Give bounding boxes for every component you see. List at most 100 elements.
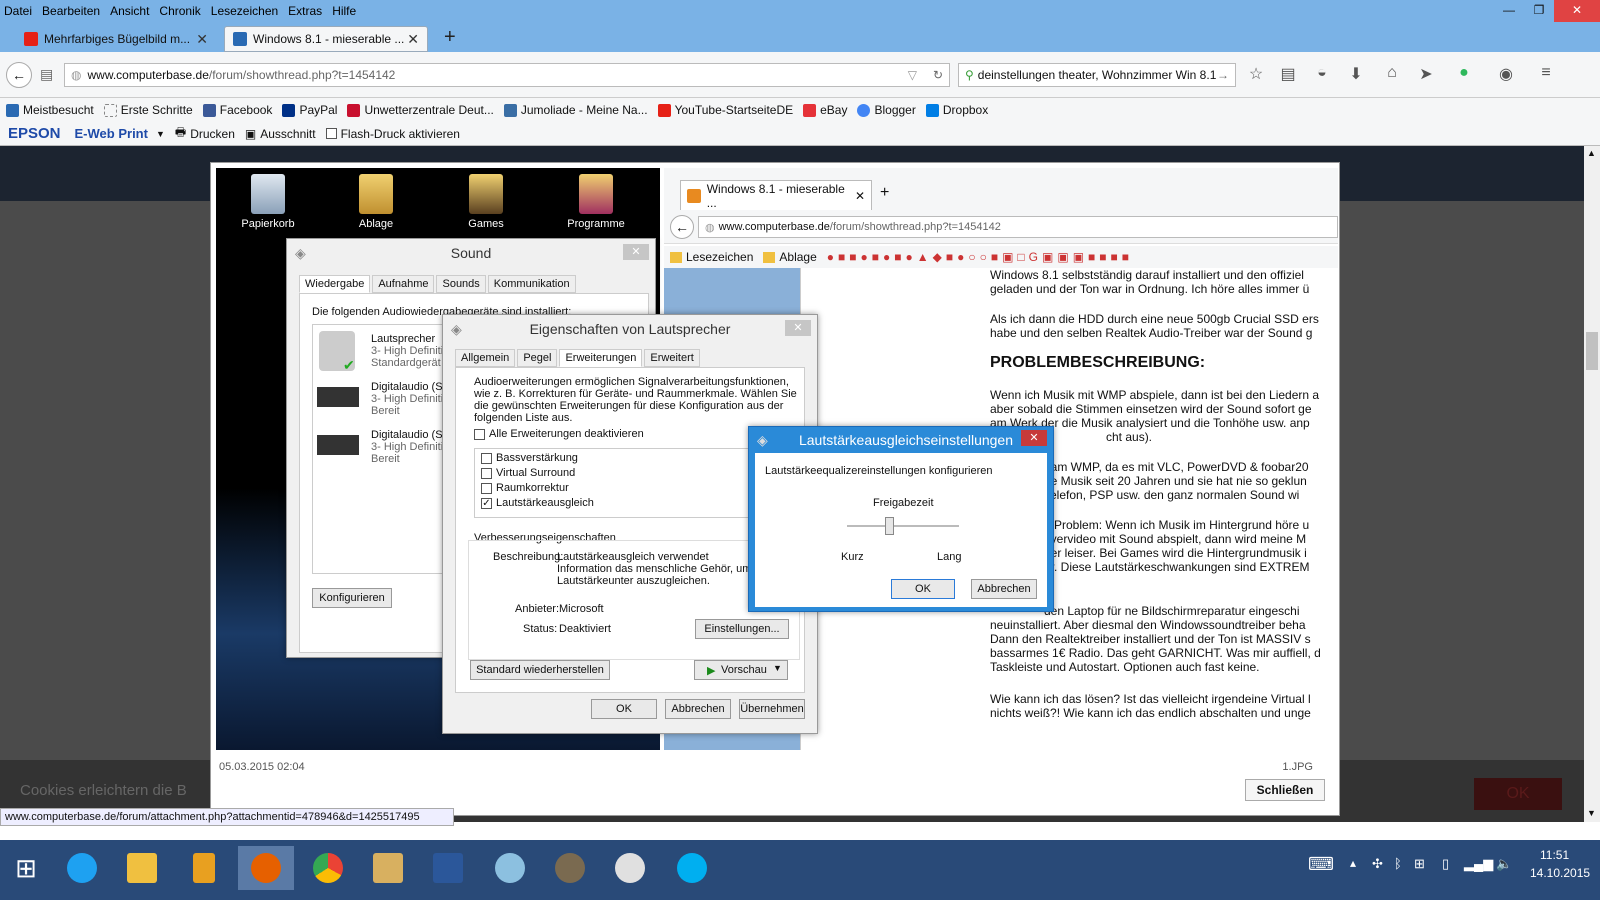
tab-erweitert[interactable]: Erweitert (644, 349, 700, 367)
print-button[interactable]: Drucken (190, 127, 235, 141)
eweb-print-button[interactable]: E-Web Print (75, 126, 148, 141)
attachment-screenshot[interactable]: Papierkorb Ablage Games Programme Window… (216, 168, 1338, 750)
tab-sounds[interactable]: Sounds (436, 275, 486, 293)
tray-expand-icon[interactable]: ▴ (1350, 856, 1356, 870)
chevron-down-icon[interactable]: ▼ (773, 663, 782, 673)
tab-buegelbild[interactable]: Mehrfarbiges Bügelbild m... ✕ (16, 26, 216, 52)
bookmark-unwetterzentrale[interactable]: Unwetterzentrale Deut... (347, 103, 494, 117)
menu-extras[interactable]: Extras (288, 4, 322, 18)
battery-icon[interactable]: ▯ (1442, 856, 1449, 872)
taskbar-firefox[interactable] (238, 846, 294, 890)
volume-icon[interactable]: 🔈 (1496, 856, 1512, 872)
checkbox[interactable] (481, 452, 492, 464)
reload-icon[interactable]: ↻ (933, 68, 943, 82)
start-button[interactable]: ⊞ (2, 846, 50, 890)
dropdown-icon[interactable]: ▽ (908, 68, 917, 82)
chat-icon[interactable]: ◉ (1496, 64, 1516, 84)
menu-chronik[interactable]: Chronik (159, 4, 200, 18)
configure-button[interactable]: Konfigurieren (312, 588, 392, 608)
taskbar-internet-explorer[interactable] (58, 846, 106, 890)
checkbox[interactable] (481, 467, 492, 479)
tab-windows-81[interactable]: Windows 8.1 - mieserable ... ✕ (224, 26, 428, 52)
keyboard-icon[interactable]: ⌨ (1308, 854, 1334, 875)
bookmark-ablage[interactable]: Ablage (779, 250, 816, 264)
taskbar-file-explorer[interactable] (118, 846, 166, 890)
tab-kommunikation[interactable]: Kommunikation (487, 275, 576, 293)
bookmark-blogger[interactable]: Blogger (857, 103, 916, 117)
tab-pegel[interactable]: Pegel (517, 349, 558, 367)
release-time-slider-track[interactable] (847, 525, 959, 527)
addon-icon[interactable]: ● (1454, 64, 1474, 82)
search-input[interactable]: ⚲ deinstellungen theater, Wohnzimmer Win… (958, 63, 1236, 87)
scroll-down-icon[interactable]: ▼ (1587, 808, 1596, 818)
bluetooth-icon[interactable]: ᛒ (1394, 856, 1402, 871)
bookmark-star-icon[interactable]: ☆ (1246, 64, 1266, 84)
lightbox-close-button[interactable]: Schließen (1245, 779, 1325, 801)
tab-erweiterungen[interactable]: Erweiterungen (559, 349, 643, 367)
bookmark-facebook[interactable]: Facebook (202, 103, 272, 117)
clock-date[interactable]: 14.10.2015 (1530, 866, 1590, 880)
taskbar-paint[interactable] (486, 846, 534, 890)
reading-list-icon[interactable]: ▤ (1278, 64, 1298, 84)
taskbar-folder[interactable] (364, 846, 412, 890)
clock-time[interactable]: 11:51 (1540, 848, 1569, 862)
maximize-button[interactable]: ❐ (1524, 0, 1554, 22)
bookmark-dropbox[interactable]: Dropbox (925, 103, 988, 117)
send-icon[interactable]: ➤ (1416, 64, 1436, 84)
taskbar-word[interactable] (424, 846, 472, 890)
close-tab-icon[interactable]: ✕ (196, 31, 208, 48)
cookie-ok-button[interactable]: OK (1474, 778, 1562, 810)
menu-ansicht[interactable]: Ansicht (110, 4, 149, 18)
bookmark-erste-schritte[interactable]: Erste Schritte (103, 103, 193, 117)
close-tab-icon[interactable]: ✕ (855, 189, 865, 203)
preview-button[interactable]: ▶ Vorschau ▼ (694, 660, 788, 680)
chevron-down-icon[interactable]: ▼ (156, 129, 165, 139)
checkbox[interactable] (481, 482, 492, 494)
page-info-icon[interactable]: ▤ (40, 66, 53, 83)
bookmark-meistbesucht[interactable]: Meistbesucht (6, 103, 94, 117)
page-scrollbar[interactable]: ▲ ▼ (1584, 146, 1600, 822)
tray-app-icon[interactable]: ✣ (1372, 856, 1383, 872)
inner-tab[interactable]: Windows 8.1 - mieserable ... ✕ (680, 180, 872, 210)
taskbar-skype[interactable] (668, 846, 716, 890)
home-icon[interactable]: ⌂ (1382, 64, 1402, 82)
menu-bearbeiten[interactable]: Bearbeiten (42, 4, 100, 18)
clip-button[interactable]: Ausschnitt (260, 127, 315, 141)
eq-ok-button[interactable]: OK (891, 579, 955, 599)
menu-datei[interactable]: Datei (4, 4, 32, 18)
apply-button[interactable]: Übernehmen (739, 699, 805, 719)
url-bar[interactable]: ◍ www.computerbase.de/forum/showthread.p… (64, 63, 950, 87)
eq-cancel-button[interactable]: Abbrechen (971, 579, 1037, 599)
menu-lesezeichen[interactable]: Lesezeichen (211, 4, 278, 18)
scroll-thumb[interactable] (1586, 332, 1598, 370)
bookmark-jumoliade[interactable]: Jumoliade - Meine Na... (503, 103, 648, 117)
checkbox[interactable]: ✓ (481, 497, 492, 509)
bookmark-youtube[interactable]: YouTube-StartseiteDE (657, 103, 793, 117)
tab-allgemein[interactable]: Allgemein (455, 349, 516, 367)
disable-all-row[interactable]: Alle Erweiterungen deaktivieren (474, 428, 644, 440)
close-icon[interactable]: ✕ (785, 320, 811, 336)
taskbar-gimp[interactable] (546, 846, 594, 890)
release-time-slider-thumb[interactable] (885, 517, 894, 535)
tab-wiedergabe[interactable]: Wiedergabe (299, 275, 371, 293)
back-button[interactable]: ← (670, 215, 694, 239)
signal-icon[interactable]: ▂▄▆ (1464, 856, 1493, 872)
close-icon[interactable]: ✕ (1021, 430, 1047, 446)
bookmark-ebay[interactable]: eBay (803, 103, 847, 117)
taskbar-chrome[interactable] (304, 846, 352, 890)
taskbar-notes[interactable] (180, 846, 228, 890)
restore-defaults-button[interactable]: Standard wiederherstellen (470, 660, 610, 680)
flash-print-checkbox[interactable] (325, 128, 337, 139)
search-go-icon[interactable]: → (1217, 68, 1229, 82)
bookmark-paypal[interactable]: PayPal (282, 103, 337, 117)
scroll-up-icon[interactable]: ▲ (1587, 148, 1596, 158)
ok-button[interactable]: OK (591, 699, 657, 719)
bookmark-lesezeichen[interactable]: Lesezeichen (686, 250, 753, 264)
settings-button[interactable]: Einstellungen... (695, 619, 789, 639)
close-window-button[interactable]: ✕ (1554, 0, 1600, 22)
close-tab-icon[interactable]: ✕ (407, 31, 419, 48)
inner-url-bar[interactable]: ◍ www.computerbase.de/forum/showthread.p… (698, 216, 1338, 238)
new-tab-button[interactable]: + (880, 184, 889, 202)
back-button[interactable]: ← (6, 62, 32, 88)
cancel-button[interactable]: Abbrechen (665, 699, 731, 719)
